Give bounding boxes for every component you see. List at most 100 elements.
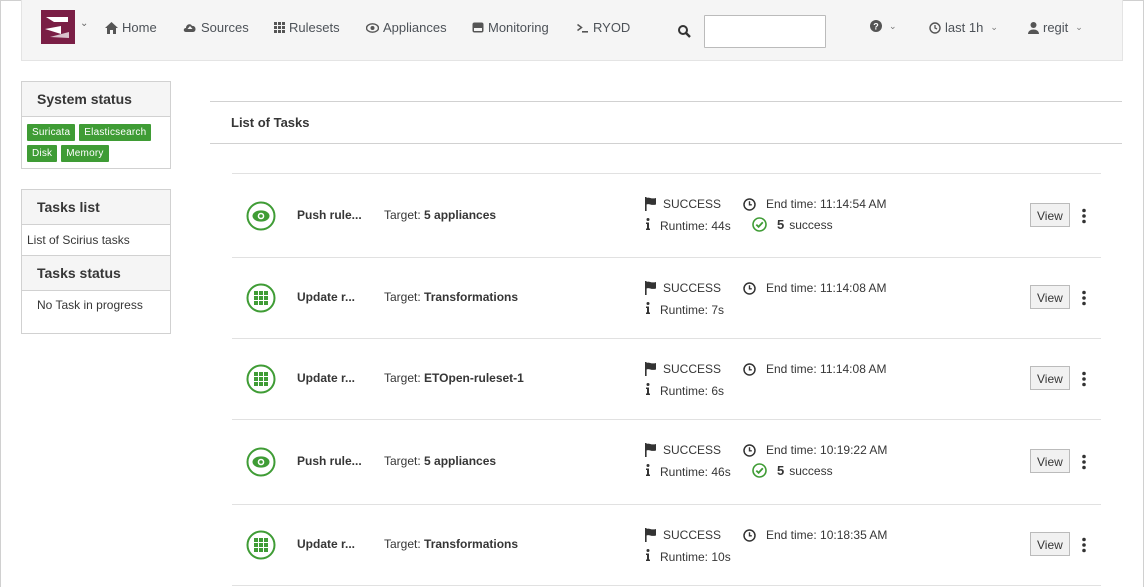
- flag-icon: [645, 281, 656, 295]
- scirius-logo-icon[interactable]: [41, 10, 75, 44]
- status-badge: Memory: [61, 145, 109, 162]
- tasks-panel: Tasks list List of Scirius tasks Tasks s…: [21, 189, 171, 334]
- task-runtime: Runtime: 46s: [644, 464, 731, 479]
- nav-rulesets[interactable]: Rulesets: [274, 20, 340, 35]
- task-success-count: 5 success: [752, 217, 833, 232]
- system-status-panel: System status Suricata Elasticsearch Dis…: [21, 81, 171, 169]
- home-icon: [105, 21, 118, 34]
- kebab-menu-icon[interactable]: [1081, 454, 1087, 470]
- status-text: SUCCESS: [663, 281, 722, 295]
- nav-sources[interactable]: Sources: [183, 20, 249, 35]
- status-text: SUCCESS: [663, 197, 722, 211]
- info-icon: [646, 218, 650, 230]
- target-label: Target:: [384, 537, 421, 551]
- runtime-value: 6s: [711, 383, 725, 398]
- task-runtime: Runtime: 10s: [644, 549, 731, 564]
- end-time-label: End time:: [766, 197, 817, 211]
- nav-home-label: Home: [122, 20, 157, 35]
- time-range-menu[interactable]: last 1h ⌄: [929, 20, 998, 35]
- th-icon: [274, 22, 285, 33]
- view-button[interactable]: View: [1030, 366, 1070, 390]
- task-end-time: End time: 10:19:22 AM: [743, 443, 887, 457]
- view-button[interactable]: View: [1030, 532, 1070, 556]
- task-status: SUCCESS: [644, 197, 721, 211]
- flag-icon: [645, 197, 656, 211]
- clock-icon: [743, 443, 756, 457]
- eye-icon: [366, 22, 379, 33]
- target-label: Target:: [384, 290, 421, 304]
- task-name: Update r...: [297, 371, 356, 385]
- user-menu[interactable]: regit ⌄: [1028, 20, 1083, 35]
- end-time-label: End time:: [766, 528, 817, 542]
- kebab-menu-icon[interactable]: [1081, 208, 1087, 224]
- task-target: Target: Transformations: [384, 537, 518, 551]
- chevron-down-icon: ⌄: [889, 20, 897, 31]
- chevron-down-icon[interactable]: ⌄: [80, 18, 88, 29]
- search-input[interactable]: [704, 15, 826, 48]
- eye-icon: [246, 201, 276, 230]
- nav-monitoring[interactable]: Monitoring: [472, 20, 549, 35]
- help-menu[interactable]: ? ⌄: [870, 20, 897, 32]
- clock-icon: [743, 362, 756, 376]
- chevron-down-icon: ⌄: [1075, 22, 1083, 32]
- status-text: SUCCESS: [663, 443, 722, 457]
- task-end-time: End time: 11:14:08 AM: [743, 281, 887, 295]
- runtime-label: Runtime:: [660, 302, 709, 317]
- nav-sources-label: Sources: [201, 20, 249, 35]
- kebab-menu-icon[interactable]: [1081, 290, 1087, 306]
- target-label: Target:: [384, 454, 421, 468]
- grid-icon: [246, 283, 276, 313]
- task-row: Update r... Target: ETOpen-ruleset-1 SUCCE…: [232, 339, 1101, 420]
- end-time-value: 11:14:54 AM: [820, 197, 887, 211]
- task-end-time: End time: 11:14:08 AM: [743, 362, 887, 376]
- task-row: Update r... Target: Transformations SUCCES…: [232, 258, 1101, 339]
- info-icon: [646, 302, 650, 314]
- tasks-list-title: Tasks list: [22, 190, 170, 225]
- user-icon: [1028, 21, 1039, 34]
- nav-ryod[interactable]: RYOD: [577, 20, 630, 35]
- runtime-label: Runtime:: [660, 549, 709, 564]
- nav-rulesets-label: Rulesets: [289, 20, 340, 35]
- clock-icon: [929, 21, 941, 34]
- search-icon[interactable]: [678, 25, 691, 38]
- flag-icon: [645, 362, 656, 376]
- target-value: ETOpen-ruleset-1: [424, 371, 524, 385]
- tasks-status-title: Tasks status: [22, 256, 170, 291]
- task-runtime: Runtime: 6s: [644, 383, 724, 398]
- nav-appliances[interactable]: Appliances: [366, 20, 447, 35]
- check-circle-icon: [752, 217, 767, 232]
- task-end-time: End time: 10:18:35 AM: [743, 528, 887, 542]
- status-text: SUCCESS: [663, 362, 722, 376]
- kebab-menu-icon[interactable]: [1081, 537, 1087, 553]
- kebab-menu-icon[interactable]: [1081, 371, 1087, 387]
- system-status-title: System status: [22, 82, 170, 117]
- task-status: SUCCESS: [644, 281, 721, 295]
- terminal-icon: [577, 23, 588, 33]
- info-icon: [646, 549, 650, 561]
- nav-home[interactable]: Home: [105, 20, 157, 35]
- scirius-tasks-link[interactable]: List of Scirius tasks: [22, 225, 170, 256]
- task-runtime: Runtime: 44s: [644, 218, 731, 233]
- time-range-label: last 1h: [945, 20, 984, 35]
- flag-icon: [645, 528, 656, 542]
- info-icon: [646, 383, 650, 395]
- view-button[interactable]: View: [1030, 285, 1070, 309]
- task-end-time: End time: 11:14:54 AM: [743, 197, 887, 211]
- info-icon: [646, 464, 650, 476]
- success-count: 5: [777, 217, 785, 232]
- task-status: SUCCESS: [644, 362, 721, 376]
- task-status: SUCCESS: [644, 443, 721, 457]
- end-time-label: End time:: [766, 443, 817, 457]
- top-navbar: ⌄ Home Sources Rulesets Appliances Monit…: [21, 0, 1123, 61]
- target-value: 5 appliances: [424, 454, 497, 468]
- nav-appliances-label: Appliances: [383, 20, 447, 35]
- view-button[interactable]: View: [1030, 202, 1070, 227]
- view-button[interactable]: View: [1030, 449, 1070, 473]
- runtime-value: 10s: [711, 549, 731, 564]
- flag-icon: [645, 443, 656, 457]
- target-value: Transformations: [424, 537, 519, 551]
- task-target: Target: 5 appliances: [384, 454, 496, 468]
- clock-icon: [743, 281, 756, 295]
- check-circle-icon: [752, 463, 767, 478]
- page-title: List of Tasks: [231, 115, 310, 130]
